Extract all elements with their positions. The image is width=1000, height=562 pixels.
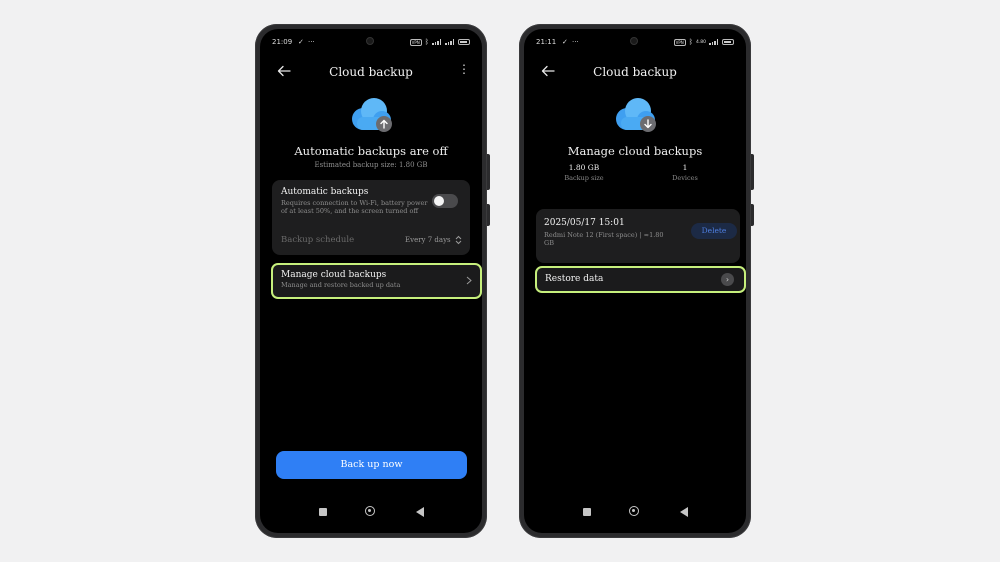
auto-backup-toggle[interactable]: [432, 194, 458, 208]
cloud-upload-icon: [352, 98, 392, 132]
nav-bar: [260, 505, 482, 519]
devices-value: 1: [682, 163, 688, 172]
volume-button: [751, 154, 754, 190]
updown-chevron-icon: [455, 235, 462, 245]
auto-backup-label: Automatic backups: [281, 187, 369, 197]
backup-details-1: Redmi Note 12 (First space) | ≈1.80: [544, 231, 664, 239]
volume-button: [487, 154, 490, 190]
auto-backup-desc-1: Requires connection to Wi-Fi, battery po…: [281, 199, 428, 207]
status-right: VPN ᛒ 4.80: [673, 38, 734, 46]
more-dots-icon: ···: [308, 38, 315, 46]
manage-title: Manage cloud backups: [567, 144, 703, 158]
nav-back-icon[interactable]: [680, 507, 688, 517]
nav-back-icon[interactable]: [416, 507, 424, 517]
app-header: Cloud backup ⋮: [260, 63, 482, 83]
recents-icon[interactable]: [583, 508, 591, 516]
front-camera: [366, 37, 374, 45]
signal-icon: [432, 39, 442, 45]
status-bar: 21:11 ✓ ··· VPN ᛒ 4.80: [534, 37, 734, 49]
battery-icon: [458, 39, 470, 45]
power-button: [751, 204, 754, 226]
check-icon: ✓: [298, 38, 304, 46]
estimated-size-text: Estimated backup size: 1.80 GB: [314, 161, 428, 169]
auto-backup-card: Automatic backups Requires connection to…: [272, 180, 470, 255]
manage-cloud-backups-desc: Manage and restore backed up data: [281, 281, 401, 289]
home-icon[interactable]: [629, 506, 639, 516]
page-title: Cloud backup: [593, 65, 677, 79]
backup-status-title: Automatic backups are off: [294, 144, 448, 158]
backup-size-value: 1.80 GB: [568, 163, 600, 172]
chevron-right-icon: ›: [721, 273, 734, 286]
app-header: Cloud backup: [524, 63, 746, 83]
toggle-knob: [434, 196, 444, 206]
nav-bar: [524, 505, 746, 519]
status-right: VPN ᛒ: [409, 38, 470, 46]
more-vert-icon[interactable]: ⋮: [458, 63, 470, 75]
signal-icon: [709, 39, 719, 45]
vpn-badge: VPN: [673, 38, 686, 46]
back-up-now-button[interactable]: Back up now: [276, 451, 467, 479]
screen-right: 21:11 ✓ ··· VPN ᛒ 4.80 Cloud backup Mana…: [524, 29, 746, 533]
page-title: Cloud backup: [329, 65, 413, 79]
vpn-badge: VPN: [409, 38, 422, 46]
chevron-right-icon: [466, 276, 472, 285]
restore-data-row[interactable]: Restore data ›: [535, 266, 746, 293]
auto-backup-desc-2: of at least 50%, and the screen turned o…: [281, 207, 419, 215]
power-button: [487, 204, 490, 226]
status-time: 21:09: [272, 38, 293, 46]
backup-schedule-label: Backup schedule: [281, 235, 355, 245]
status-time: 21:11: [536, 38, 557, 46]
restore-data-label: Restore data: [545, 274, 604, 284]
phone-left: 21:09 ✓ ··· VPN ᛒ Cloud backup ⋮ Automat…: [255, 24, 490, 538]
backup-schedule-value[interactable]: Every 7 days: [405, 236, 451, 244]
bluetooth-icon: ᛒ: [688, 38, 693, 46]
check-icon: ✓: [562, 38, 568, 46]
delete-button[interactable]: Delete: [691, 223, 737, 239]
recents-icon[interactable]: [319, 508, 327, 516]
backup-size-label: Backup size: [564, 174, 604, 182]
battery-icon: [722, 39, 734, 45]
backup-date: 2025/05/17 15:01: [544, 218, 625, 228]
devices-label: Devices: [672, 174, 698, 182]
cloud-download-icon: [616, 98, 656, 132]
more-dots-icon: ···: [572, 38, 579, 46]
phone-right: 21:11 ✓ ··· VPN ᛒ 4.80 Cloud backup Mana…: [519, 24, 754, 538]
status-bar: 21:09 ✓ ··· VPN ᛒ: [270, 37, 470, 49]
manage-cloud-backups-label: Manage cloud backups: [281, 270, 387, 280]
bluetooth-icon: ᛒ: [424, 38, 429, 46]
backup-entry-card: 2025/05/17 15:01 Redmi Note 12 (First sp…: [536, 209, 740, 263]
network-speed: 4.80: [695, 39, 706, 45]
home-icon[interactable]: [365, 506, 375, 516]
front-camera: [630, 37, 638, 45]
manage-cloud-backups-row[interactable]: Manage cloud backups Manage and restore …: [271, 263, 482, 299]
screen-left: 21:09 ✓ ··· VPN ᛒ Cloud backup ⋮ Automat…: [260, 29, 482, 533]
backup-details-2: GB: [544, 239, 554, 247]
wifi-signal-icon: [445, 39, 455, 45]
